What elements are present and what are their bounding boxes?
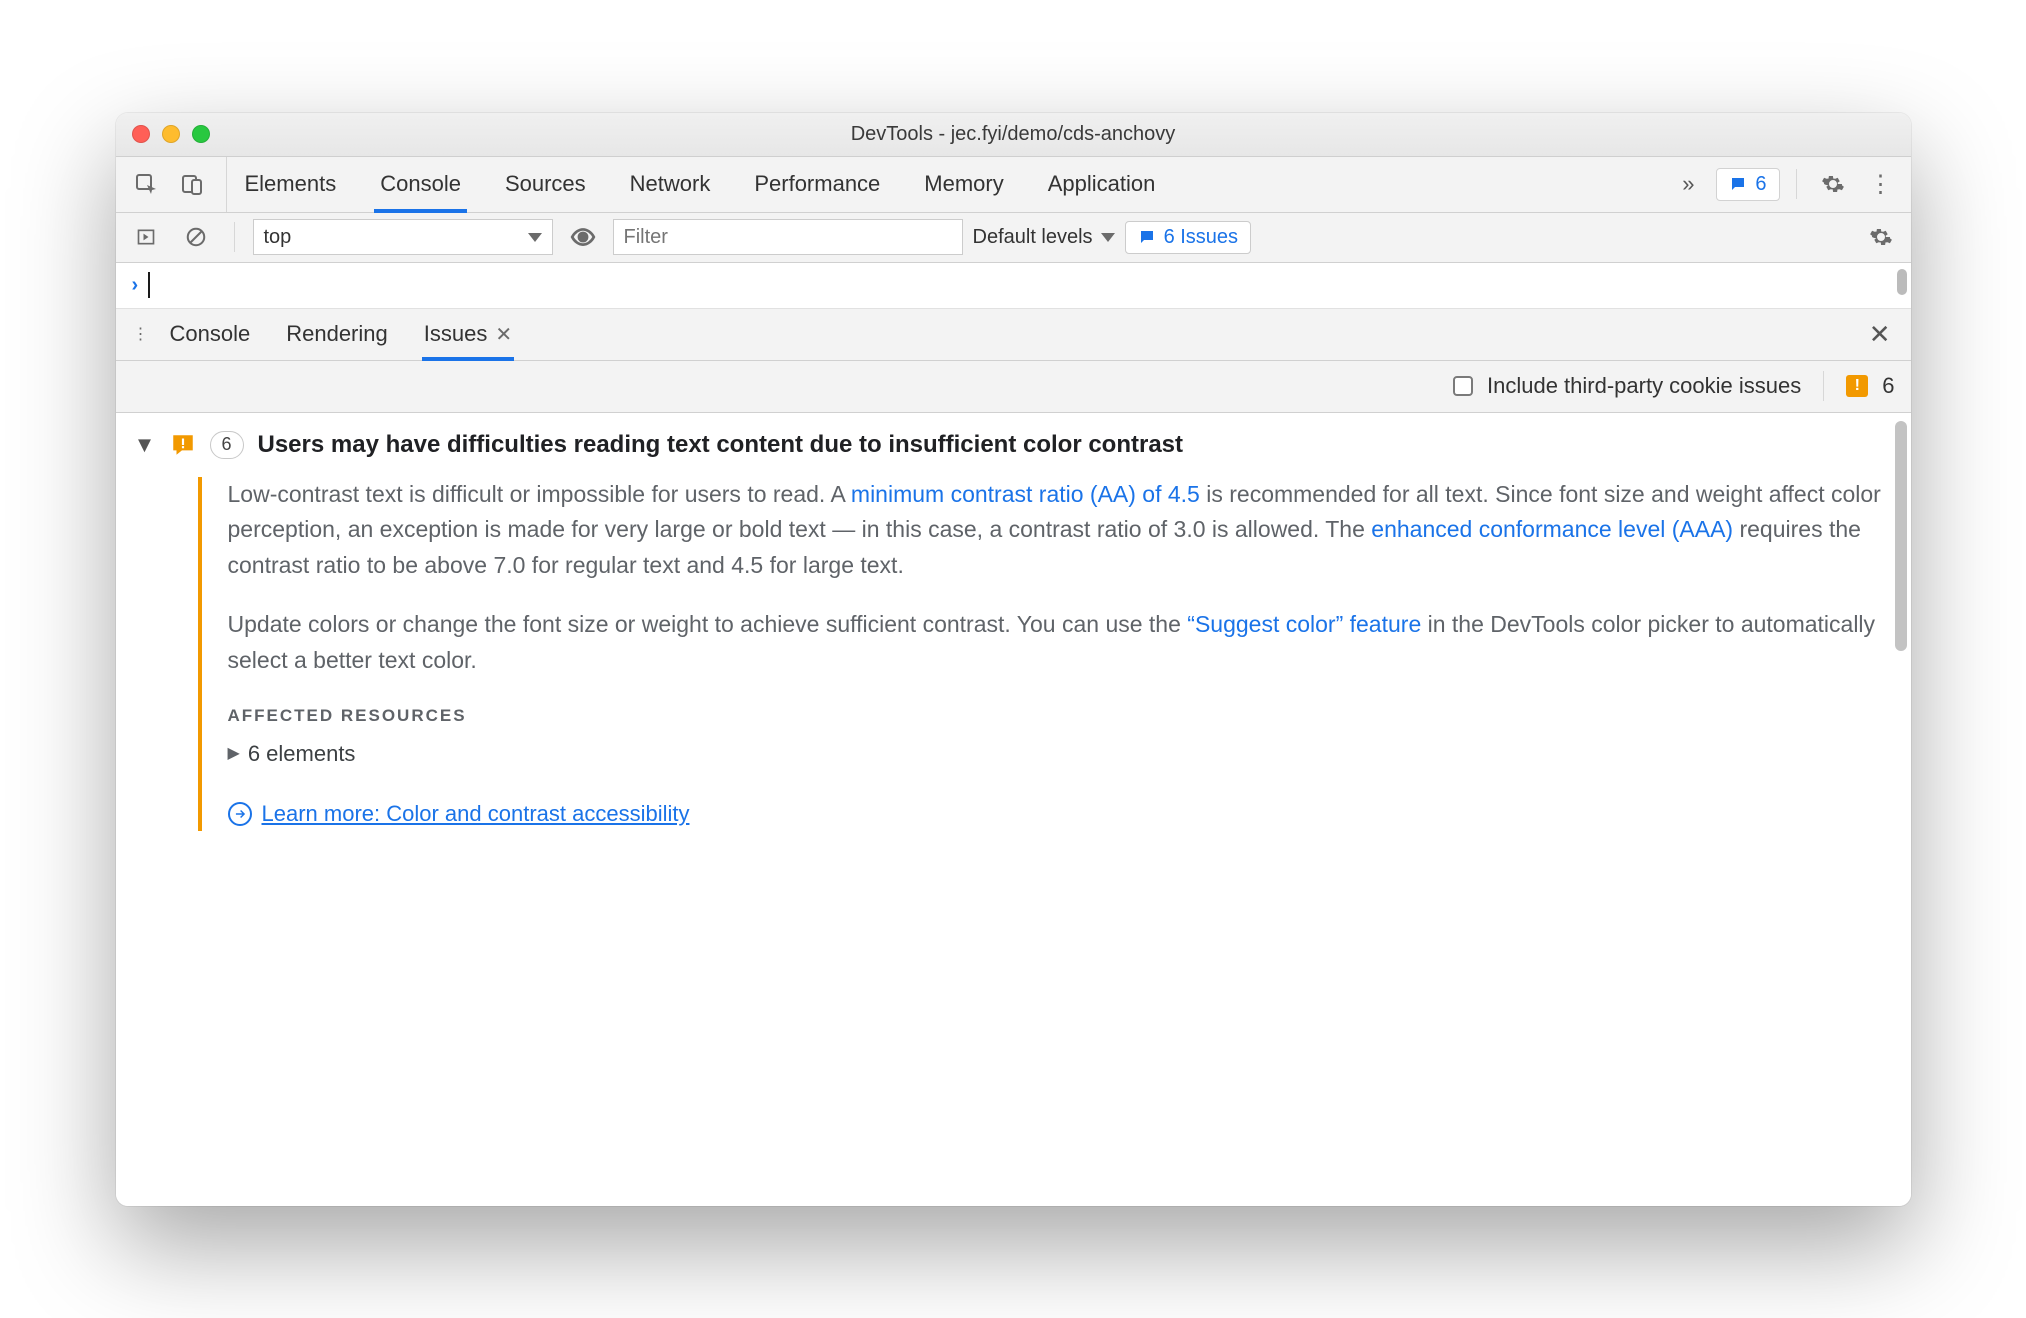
device-toggle-icon[interactable] <box>172 164 212 204</box>
warning-icon <box>1846 375 1868 397</box>
warning-speech-icon <box>170 432 196 458</box>
more-tabs-icon[interactable]: » <box>1668 164 1708 204</box>
filter-input[interactable] <box>613 219 963 255</box>
minimize-window-button[interactable] <box>162 125 180 143</box>
affected-resources-heading: AFFECTED RESOURCES <box>228 703 1883 729</box>
link-suggest-color[interactable]: “Suggest color” feature <box>1187 611 1421 637</box>
drawer-kebab-icon[interactable]: ⋮ <box>126 309 156 360</box>
third-party-checkbox-label: Include third-party cookie issues <box>1487 373 1801 399</box>
tab-sources[interactable]: Sources <box>501 157 590 212</box>
close-window-button[interactable] <box>132 125 150 143</box>
tab-application[interactable]: Application <box>1044 157 1160 212</box>
issues-badge-count: 6 <box>1755 173 1766 196</box>
tab-network[interactable]: Network <box>626 157 715 212</box>
kebab-menu-icon[interactable]: ⋮ <box>1861 164 1901 204</box>
settings-gear-icon[interactable] <box>1813 164 1853 204</box>
issues-panel: ▼ 6 Users may have difficulties reading … <box>116 413 1911 1206</box>
issues-badge[interactable]: 6 <box>1716 168 1779 201</box>
text-cursor <box>148 272 150 298</box>
external-link-icon <box>228 802 252 826</box>
drawer-tabs: ⋮ Console Rendering Issues ✕ ✕ <box>116 309 1911 361</box>
close-tab-icon[interactable]: ✕ <box>495 322 512 347</box>
clear-console-icon[interactable] <box>176 217 216 257</box>
issues-toolbar: Include third-party cookie issues 6 <box>116 361 1911 413</box>
link-min-contrast[interactable]: minimum contrast ratio (AA) of 4.5 <box>851 481 1200 507</box>
issue-title: Users may have difficulties reading text… <box>258 431 1184 459</box>
live-expression-icon[interactable] <box>563 217 603 257</box>
context-select-value: top <box>264 226 292 249</box>
titlebar: DevTools - jec.fyi/demo/cds-anchovy <box>116 113 1911 157</box>
issue-text: Update colors or change the font size or… <box>228 611 1188 637</box>
learn-more-link[interactable]: Learn more: Color and contrast accessibi… <box>262 797 690 831</box>
close-drawer-icon[interactable]: ✕ <box>1859 309 1901 360</box>
disclosure-triangle-icon[interactable]: ▼ <box>134 432 156 458</box>
toggle-sidebar-icon[interactable] <box>126 217 166 257</box>
scrollbar[interactable] <box>1897 269 1907 295</box>
tab-console[interactable]: Console <box>376 157 465 212</box>
inspect-element-icon[interactable] <box>126 164 166 204</box>
drawer-tab-console[interactable]: Console <box>170 309 251 360</box>
issue-details: Low-contrast text is difficult or imposs… <box>198 477 1883 832</box>
context-select[interactable]: top <box>253 219 553 255</box>
third-party-checkbox[interactable] <box>1453 376 1473 396</box>
chat-icon <box>1138 228 1156 246</box>
issue-count-pill: 6 <box>210 431 244 459</box>
console-issues-text: 6 Issues <box>1164 226 1238 249</box>
console-prompt[interactable]: › <box>116 263 1911 309</box>
log-levels-label: Default levels <box>973 226 1093 249</box>
console-issues-link[interactable]: 6 Issues <box>1125 221 1251 254</box>
drawer-tab-issues-label: Issues <box>424 321 488 347</box>
main-tabs: Elements Console Sources Network Perform… <box>116 157 1911 213</box>
chat-icon <box>1729 175 1747 193</box>
window-title: DevTools - jec.fyi/demo/cds-anchovy <box>116 123 1911 146</box>
log-levels-select[interactable]: Default levels <box>973 226 1115 249</box>
drawer-tab-rendering[interactable]: Rendering <box>286 309 388 360</box>
maximize-window-button[interactable] <box>192 125 210 143</box>
chevron-down-icon <box>1101 233 1115 242</box>
affected-elements-text: 6 elements <box>248 737 356 771</box>
scrollbar[interactable] <box>1895 421 1907 651</box>
console-settings-gear-icon[interactable] <box>1861 217 1901 257</box>
tab-performance[interactable]: Performance <box>750 157 884 212</box>
tab-elements[interactable]: Elements <box>241 157 341 212</box>
link-enhanced-conformance[interactable]: enhanced conformance level (AAA) <box>1371 516 1733 542</box>
issue-text: Low-contrast text is difficult or imposs… <box>228 481 851 507</box>
issues-total-count: 6 <box>1882 373 1894 399</box>
chevron-down-icon <box>528 233 542 242</box>
console-toolbar: top Default levels 6 Issues <box>116 213 1911 263</box>
disclosure-triangle-icon: ▶ <box>228 742 240 767</box>
drawer-tab-issues[interactable]: Issues ✕ <box>424 309 512 360</box>
tab-memory[interactable]: Memory <box>920 157 1007 212</box>
devtools-window: DevTools - jec.fyi/demo/cds-anchovy <box>116 113 1911 1206</box>
issue-item: ▼ 6 Users may have difficulties reading … <box>116 413 1911 858</box>
prompt-caret-icon: › <box>132 274 139 297</box>
issue-header[interactable]: ▼ 6 Users may have difficulties reading … <box>134 431 1883 459</box>
affected-elements-row[interactable]: ▶ 6 elements <box>228 737 1883 771</box>
